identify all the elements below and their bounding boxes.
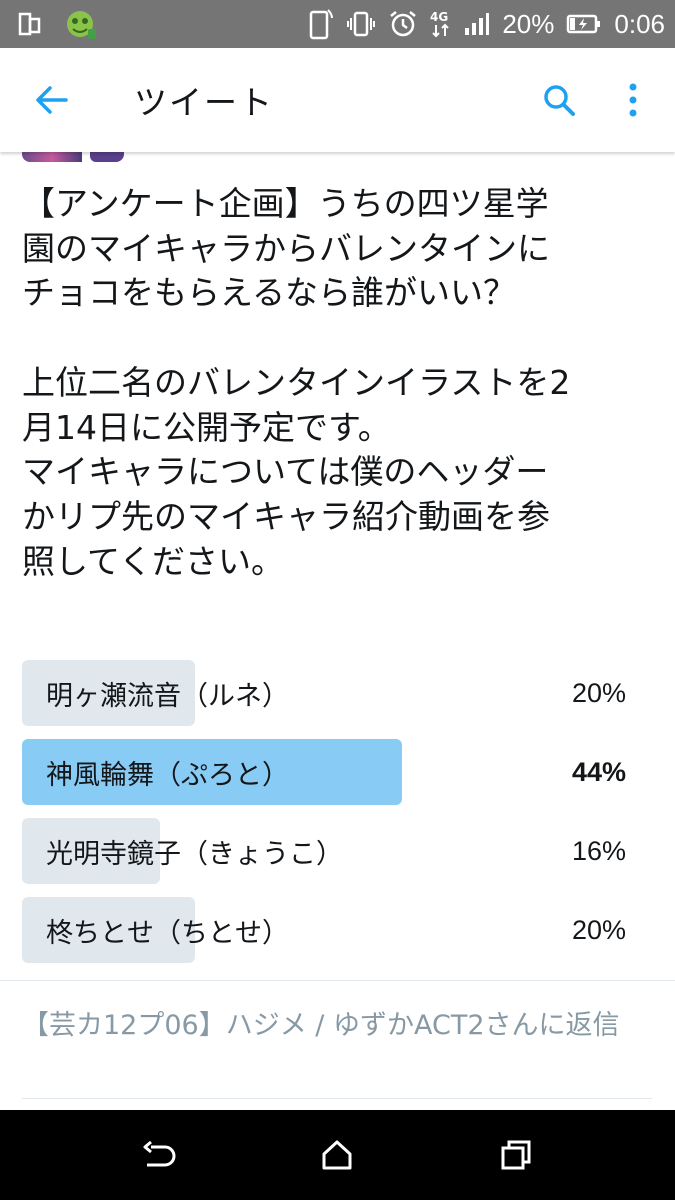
tweet-line: かリプ先のマイキャラ紹介動画を参: [22, 496, 550, 536]
svg-text:4G: 4G: [430, 10, 448, 24]
back-nav-icon: [143, 1140, 176, 1167]
tweet-line: 照してください。: [22, 541, 285, 581]
poll-option: 光明寺鏡子（きょうこ） 16%: [22, 818, 630, 884]
more-options-button[interactable]: [603, 70, 663, 130]
back-arrow-icon: [36, 86, 68, 114]
nav-back-button[interactable]: [129, 1125, 189, 1185]
poll-option-label: 光明寺鏡子（きょうこ）: [46, 838, 343, 870]
poll-option: 神風輪舞（ぷろと） 44%: [22, 739, 630, 805]
vibrate-icon: [346, 9, 376, 39]
notification-phone-icon: [308, 8, 334, 40]
nav-home-button[interactable]: [307, 1125, 367, 1185]
poll: 明ヶ瀬流音（ルネ） 20% 神風輪舞（ぷろと） 44% 光明寺鏡子（きょうこ） …: [22, 660, 630, 976]
poll-option-label: 柊ちとせ（ちとせ）: [46, 917, 289, 949]
signal-icon: [464, 12, 490, 36]
back-button[interactable]: [22, 70, 82, 130]
home-nav-icon: [322, 1140, 352, 1170]
nav-recents-button[interactable]: [486, 1125, 546, 1185]
tweet-line: 上位二名のバレンタインイラストを2: [22, 362, 571, 402]
poll-option-percent: 44%: [571, 756, 626, 787]
more-vert-icon: [629, 83, 637, 117]
status-bar: 4G 20% 0:06: [0, 0, 675, 48]
poll-option-percent: 20%: [571, 677, 626, 708]
poll-option-label: 明ヶ瀬流音（ルネ）: [46, 680, 289, 712]
poll-option: 柊ちとせ（ちとせ） 20%: [22, 897, 630, 963]
poll-option-percent: 20%: [571, 914, 626, 945]
android-app-icon: [64, 7, 98, 41]
tweet-line: マイキャラについては僕のヘッダー: [22, 452, 549, 492]
tweet-line: 月14日に公開予定です。: [22, 407, 391, 447]
tweet-text: 【アンケート企画】うちの四ツ星学 園のマイキャラからバレンタインに チョコをもら…: [22, 182, 652, 584]
clock: 0:06: [614, 8, 665, 39]
alarm-icon: [388, 9, 418, 39]
navigation-bar: [0, 1110, 675, 1200]
tweet-line: 【アンケート企画】うちの四ツ星学: [22, 184, 549, 223]
divider: [22, 1098, 652, 1099]
avatar[interactable]: [22, 152, 124, 162]
search-button[interactable]: [529, 70, 589, 130]
battery-charging-icon: [566, 13, 602, 35]
poll-option: 明ヶ瀬流音（ルネ） 20%: [22, 660, 630, 726]
divider: [0, 980, 675, 981]
reply-context[interactable]: 【芸カ12プ06】ハジメ / ゆずかACT2さんに返信: [22, 1006, 652, 1046]
poll-option-percent: 16%: [571, 835, 626, 866]
tweet-line: チョコをもらえるなら誰がいい？: [22, 273, 517, 313]
search-icon: [544, 85, 575, 116]
battery-percent: 20%: [502, 8, 555, 39]
poll-option-label: 神風輪舞（ぷろと）: [46, 759, 289, 791]
recents-nav-icon: [501, 1140, 531, 1170]
tweet-line: 園のマイキャラからバレンタインに: [22, 228, 550, 268]
network-4g-icon: 4G: [430, 9, 452, 39]
multiwindow-icon: [18, 11, 42, 37]
app-bar: ツイート: [0, 48, 675, 152]
page-title: ツイート: [134, 83, 274, 122]
